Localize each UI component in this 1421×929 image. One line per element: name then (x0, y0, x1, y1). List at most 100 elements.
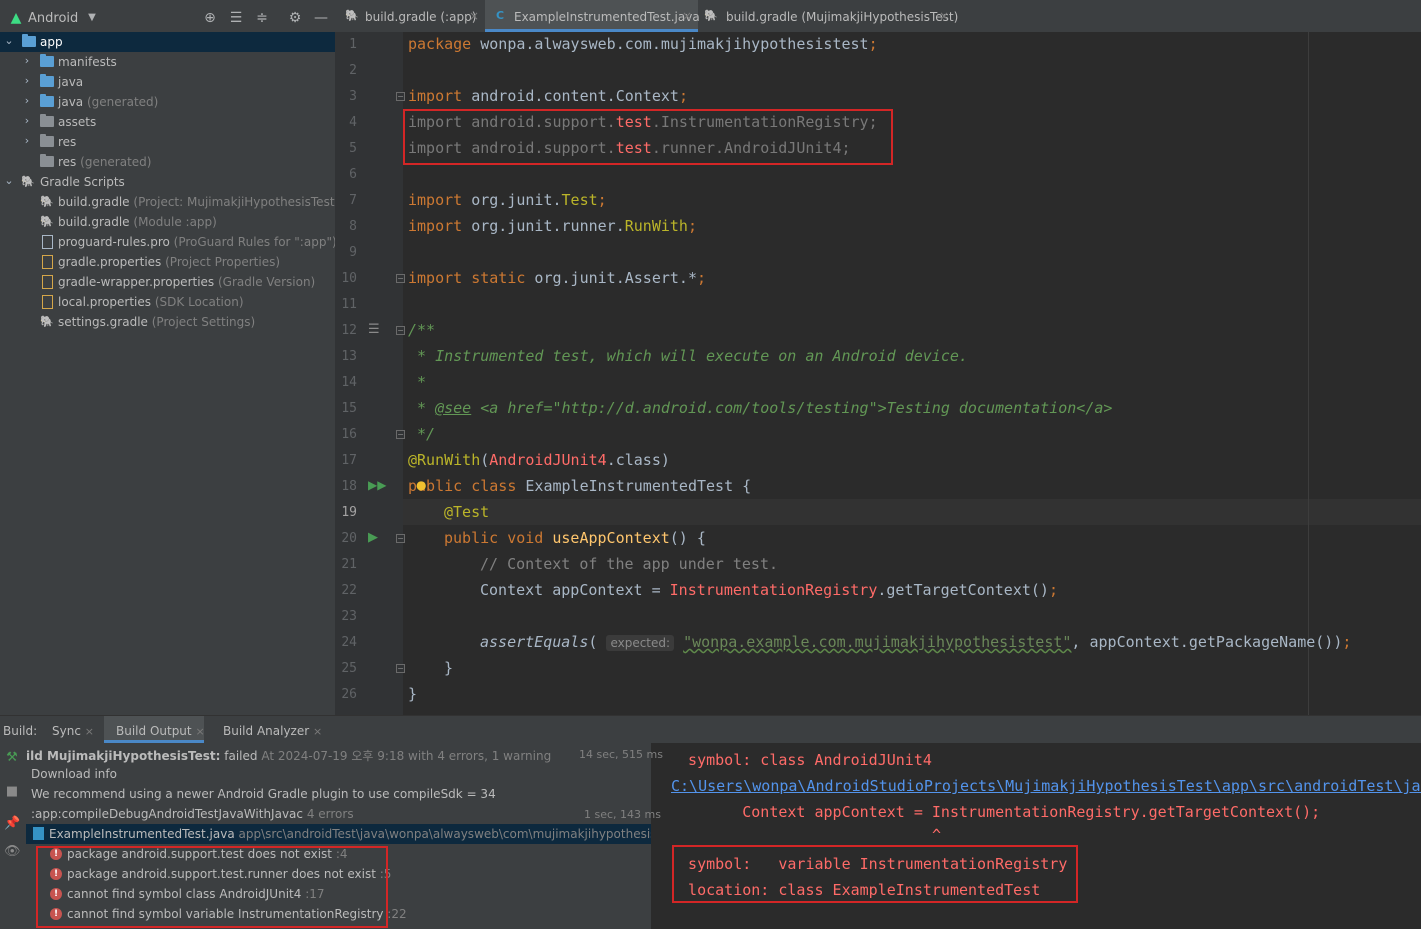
tab-sync[interactable]: Sync × (52, 724, 94, 738)
collapse-arrow-icon[interactable]: › (21, 94, 33, 108)
expand-arrow-icon[interactable]: ⌄ (3, 34, 15, 48)
tree-item-sub: (Project Properties) (165, 255, 281, 269)
code-line-8: import org.junit.runner.RunWith; (408, 217, 697, 235)
stop-icon[interactable]: ■ (4, 784, 20, 800)
recommendation-item[interactable]: We recommend using a newer Android Gradl… (31, 787, 496, 807)
tree-item-local-properties[interactable]: local.properties (SDK Location) (0, 292, 335, 312)
folder-icon (40, 74, 54, 87)
code-line-20: public void useAppContext() { (444, 529, 706, 547)
collapse-arrow-icon[interactable]: › (21, 74, 33, 88)
tree-item-label: java (generated) (58, 95, 158, 109)
run-class-icon[interactable]: ▶▶ (368, 478, 386, 492)
tree-item-build-gradle-project[interactable]: 🐘 build.gradle (Project: MujimakjiHypoth… (0, 192, 339, 212)
tab-label: build.gradle (MujimakjiHypothesisTest) (726, 10, 959, 24)
fold-icon[interactable]: − (396, 92, 405, 101)
tree-item-proguard-rules[interactable]: proguard-rules.pro (ProGuard Rules for "… (0, 232, 337, 252)
tab-example-instrumented-test[interactable]: C ExampleInstrumentedTest.java × (485, 0, 700, 32)
project-view-selector[interactable]: Android (28, 11, 78, 26)
locate-icon[interactable]: ⊕ (202, 10, 218, 26)
tree-item-java[interactable]: › java (0, 72, 335, 92)
code-token: android.content.Context (462, 87, 679, 105)
tree-item-build-gradle-module[interactable]: 🐘 build.gradle (Module :app) (0, 212, 335, 232)
close-icon[interactable]: × (195, 725, 204, 738)
tree-item-settings-gradle[interactable]: 🐘 settings.gradle (Project Settings) (0, 312, 335, 332)
eye-icon[interactable]: 👁 (4, 844, 21, 860)
fold-icon[interactable]: − (396, 274, 405, 283)
collapse-arrow-icon[interactable]: › (21, 54, 33, 68)
close-icon[interactable]: × (85, 725, 94, 738)
tree-item-java-generated[interactable]: › java (generated) (0, 92, 335, 112)
close-icon[interactable]: × (939, 9, 949, 23)
console-file-link[interactable]: C:\Users\wonpa\AndroidStudioProjects\Muj… (671, 777, 1421, 795)
build-result-root[interactable]: ild MujimakjiHypothesisTest: failed At 2… (26, 747, 551, 767)
collapse-arrow-icon[interactable]: › (21, 114, 33, 128)
java-file-icon (33, 827, 44, 840)
collapse-arrow-icon[interactable]: › (21, 134, 33, 148)
line-number: 15 (341, 401, 357, 416)
gear-icon[interactable]: ⚙ (287, 10, 303, 26)
tree-item-manifests[interactable]: › manifests (0, 52, 335, 72)
semicolon: ; (678, 87, 688, 105)
doc-token: <a href="http://d.android.com/tools/test… (471, 399, 887, 417)
tree-item-gradle-properties[interactable]: gradle.properties (Project Properties) (0, 252, 335, 272)
tree-item-assets[interactable]: › assets (0, 112, 335, 132)
close-icon[interactable]: × (682, 9, 692, 23)
file-item-example-instrumented-test[interactable]: ExampleInstrumentedTest.java app\src\and… (49, 827, 651, 847)
build-tool-label: Build: (3, 724, 38, 738)
tree-item-sub: (generated) (86, 95, 159, 109)
tree-item-app[interactable]: ⌄ app (0, 32, 335, 52)
fold-icon[interactable]: − (396, 326, 405, 335)
code-token: org.junit.Assert.* (525, 269, 697, 287)
tree-item-sub: (Module :app) (133, 215, 217, 229)
gradle-icon: 🐘 (21, 175, 35, 188)
minimize-icon[interactable]: — (313, 10, 329, 26)
fold-icon[interactable]: − (396, 534, 405, 543)
doc-tag: @see (435, 399, 472, 417)
code-line-1: package wonpa.alwaysweb.com.mujimakjihyp… (408, 35, 878, 53)
line-number: 14 (341, 375, 357, 390)
tree-item-res[interactable]: › res (0, 132, 335, 152)
line-number: 11 (341, 297, 357, 312)
pin-icon[interactable]: 📌 (4, 816, 20, 832)
code-line-24: assertEquals( expected: "wonpa.example.c… (480, 633, 1351, 651)
tree-item-gradle-wrapper-properties[interactable]: gradle-wrapper.properties (Gradle Versio… (0, 272, 335, 292)
console-caret: ^ (932, 826, 942, 844)
code-token: wonpa.alwaysweb.com.mujimakjihypothesist… (471, 35, 869, 53)
tree-item-label: assets (58, 115, 97, 129)
line-number: 22 (341, 583, 357, 598)
build-duration: 14 sec, 515 ms (579, 748, 663, 761)
tree-item-label: local.properties (SDK Location) (58, 295, 244, 309)
code-line-22: Context appContext = InstrumentationRegi… (480, 581, 1058, 599)
fold-icon[interactable]: − (396, 430, 405, 439)
line-number: 18 (341, 479, 357, 494)
close-icon[interactable]: × (313, 725, 322, 738)
tab-build-gradle-project[interactable]: 🐘 build.gradle (MujimakjiHypothesisTest)… (698, 0, 958, 32)
collapse-all-icon[interactable]: ≑ (254, 10, 270, 26)
tab-build-analyzer[interactable]: Build Analyzer × (223, 724, 322, 738)
tree-item-label: build.gradle (Project: MujimakjiHypothes… (58, 195, 339, 209)
doc-render-icon[interactable]: ☰ (368, 322, 380, 337)
semicolon: ; (687, 217, 697, 235)
code-line-21: // Context of the app under test. (480, 555, 779, 573)
console-line: symbol: class AndroidJUnit4 (670, 751, 932, 769)
code-line-19: @Test (444, 503, 489, 521)
expand-arrow-icon[interactable]: ⌄ (3, 174, 15, 188)
tree-item-sub: (generated) (80, 155, 152, 169)
tree-item-gradle-scripts[interactable]: ⌄ 🐘 Gradle Scripts (0, 172, 335, 192)
current-line-highlight (403, 499, 1421, 525)
dropdown-arrow-icon[interactable]: ▼ (84, 10, 100, 26)
download-info-item[interactable]: Download info (31, 767, 117, 787)
project-panel: ▲ Android ▼ ⊕ ☰ ≑ ⚙ — ⌄ app › manifests … (0, 0, 339, 715)
fold-icon[interactable]: − (396, 664, 405, 673)
tab-build-gradle-app[interactable]: 🐘 build.gradle (:app) × (335, 0, 485, 32)
kw-token: import static (408, 269, 526, 287)
code-line-15: * @see <a href="http://d.android.com/too… (408, 399, 1112, 417)
run-test-icon[interactable]: ▶ (368, 530, 378, 545)
close-icon[interactable]: × (469, 9, 479, 23)
tree-item-label: java (58, 75, 84, 89)
intention-bulb-icon[interactable]: ● (416, 478, 426, 492)
build-hammer-icon[interactable]: ⚒ (4, 750, 20, 766)
tab-build-output[interactable]: Build Output × (116, 724, 205, 738)
expand-all-icon[interactable]: ☰ (228, 10, 244, 26)
tree-item-res-generated[interactable]: res (generated) (0, 152, 335, 172)
